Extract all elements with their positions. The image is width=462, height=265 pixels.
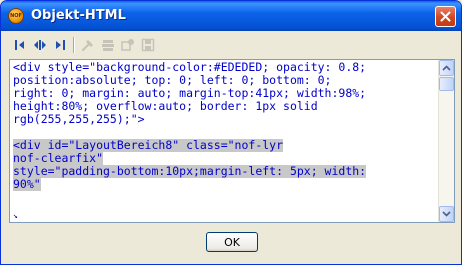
- save-button[interactable]: [139, 36, 157, 54]
- jump-to-tag-button[interactable]: [31, 36, 49, 54]
- line-break-marker: ↘: [13, 211, 18, 220]
- code-line-selected: 90%": [13, 177, 41, 191]
- stack-icon: [102, 40, 114, 51]
- scroll-down-button[interactable]: [439, 206, 454, 222]
- jump-to-tag-icon: [34, 40, 46, 50]
- toolbar: [9, 35, 455, 55]
- code-line: <div style="background-color:#EDEDED; op…: [13, 60, 367, 74]
- ok-button-label: OK: [224, 235, 240, 249]
- window-title: Objekt-HTML: [31, 8, 126, 23]
- settings-button[interactable]: [119, 36, 137, 54]
- title-bar[interactable]: NOF Objekt-HTML: [1, 1, 461, 31]
- dialog-window: NOF Objekt-HTML <div style="background-c…: [0, 0, 462, 265]
- jump-to-start-icon: [15, 40, 24, 50]
- code-line: position:absolute; top: 0; left: 0; bott…: [13, 73, 332, 87]
- code-line-selected: <div id="LayoutBereich8" class="nof-lyr: [13, 138, 284, 152]
- close-button[interactable]: [435, 6, 456, 27]
- code-line: rgb(255,255,255);">: [13, 112, 145, 126]
- chevron-up-icon: [442, 65, 451, 71]
- jump-to-start-button[interactable]: [11, 36, 29, 54]
- html-editor[interactable]: <div style="background-color:#EDEDED; op…: [9, 59, 455, 223]
- jump-to-end-icon: [56, 40, 65, 50]
- jump-to-end-button[interactable]: [51, 36, 69, 54]
- code-area[interactable]: <div style="background-color:#EDEDED; op…: [10, 60, 438, 222]
- code-line-selected: nof-clearfix": [13, 151, 104, 165]
- close-icon: [440, 11, 451, 22]
- ok-button[interactable]: OK: [206, 232, 258, 252]
- scroll-up-button[interactable]: [439, 60, 454, 76]
- app-logo-icon: NOF: [8, 8, 24, 24]
- app-logo-text: NOF: [10, 12, 22, 19]
- chevron-down-icon: [442, 211, 451, 217]
- code-line: height:80%; overflow:auto; border: 1px s…: [13, 99, 318, 113]
- code-line: right: 0; margin: auto; margin-top:41px;…: [13, 86, 367, 100]
- settings-icon: [121, 39, 134, 51]
- save-icon: [141, 38, 155, 52]
- scroll-thumb[interactable]: [439, 77, 454, 91]
- vertical-scrollbar[interactable]: [438, 60, 454, 222]
- stack-button[interactable]: [99, 36, 117, 54]
- hammer-icon: [82, 40, 93, 51]
- toolbar-separator: [73, 37, 74, 53]
- hammer-button[interactable]: [79, 36, 97, 54]
- code-line-selected: style="padding-bottom:10px;margin-left: …: [13, 164, 367, 178]
